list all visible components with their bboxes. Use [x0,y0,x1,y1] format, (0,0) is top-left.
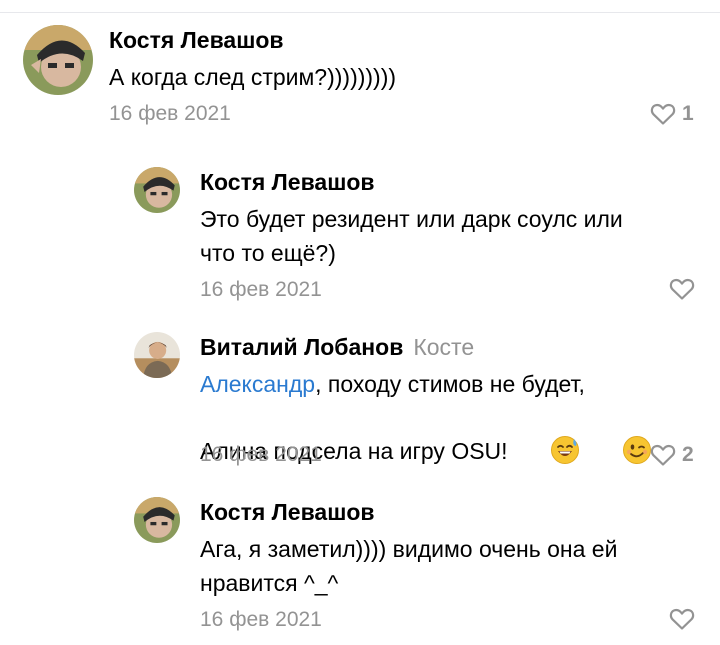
wink-emoji-icon [584,401,652,474]
comment-text-line: нравится ^_^ [200,570,339,596]
mention-link[interactable]: Александр [200,371,315,397]
avatar[interactable] [134,497,180,543]
heart-outline-icon [669,277,695,301]
like-button[interactable] [669,607,695,631]
heart-outline-icon [650,443,676,467]
reply-to-label[interactable]: Косте [413,334,474,360]
avatar[interactable] [134,332,180,378]
comment-date[interactable]: 16 фев 2021 [200,442,322,468]
heart-outline-icon [669,607,695,631]
comment-date[interactable]: 16 фев 2021 [200,277,322,303]
comment-date[interactable]: 16 фев 2021 [200,607,322,633]
comment-author[interactable]: Костя Левашов [200,498,375,526]
comment-text-line: Александр, походу стимов не будет, [200,367,585,401]
comment-date[interactable]: 16 фев 2021 [109,101,231,127]
heart-outline-icon [650,102,676,126]
like-button[interactable] [669,277,695,301]
divider [0,12,720,13]
comment-author[interactable]: Костя Левашов [109,26,284,54]
sweat-smile-emoji-icon [512,401,580,474]
comment-text-line: Ага, я заметил)))) видимо очень она ей [200,536,618,562]
avatar[interactable] [23,25,93,95]
like-button[interactable]: 2 [650,442,694,468]
comment-text-line: Это будет резидент или дарк соулс или [200,206,623,232]
comment-text-line: что то ещё?) [200,240,336,266]
comment-author-name[interactable]: Виталий Лобанов [200,334,403,360]
like-count: 1 [682,102,694,125]
comment-text-fragment: , походу стимов не будет, [315,371,585,397]
comment-author[interactable]: Виталий Лобанов Косте [200,333,474,361]
like-count: 2 [682,443,694,466]
comment-author[interactable]: Костя Левашов [200,168,375,196]
comment-text: А когда след стрим?))))))))) [109,64,397,90]
like-button[interactable]: 1 [650,101,694,127]
avatar[interactable] [134,167,180,213]
